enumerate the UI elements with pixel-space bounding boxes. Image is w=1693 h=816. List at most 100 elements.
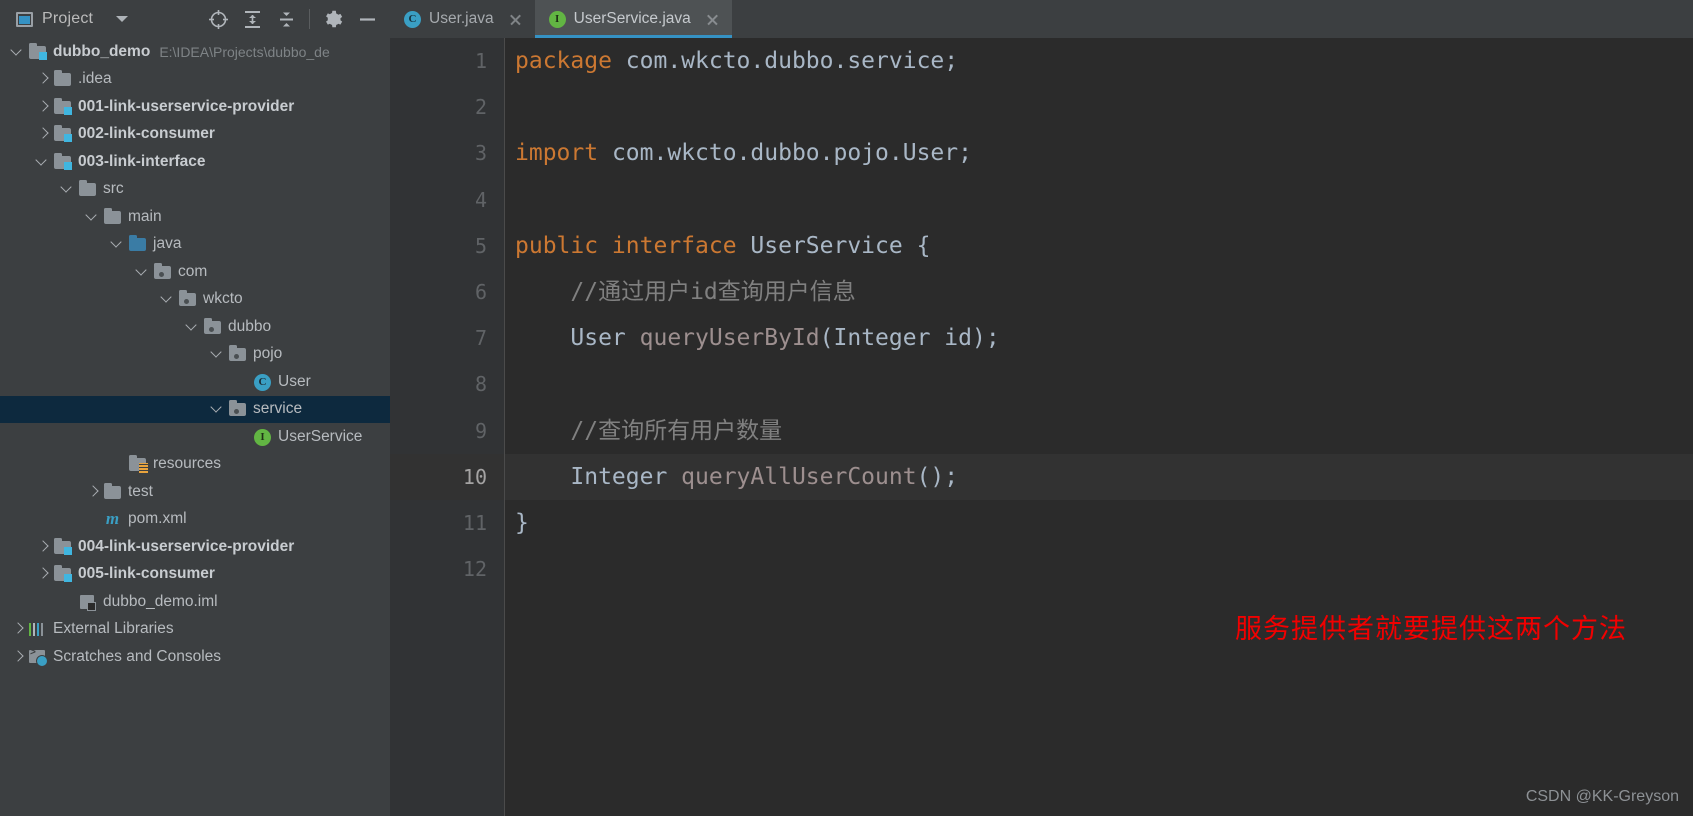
chevron-down-icon[interactable]	[110, 236, 126, 252]
line-number[interactable]: 1	[390, 38, 504, 84]
tree-row-scratches-and-consoles[interactable]: Scratches and Consoles	[0, 643, 390, 671]
chevron-right-icon[interactable]	[10, 649, 26, 665]
editor-tab-user-java[interactable]: C User.java	[390, 0, 535, 38]
close-icon[interactable]	[705, 12, 720, 27]
chevron-right-icon[interactable]	[10, 621, 26, 637]
expand-all-icon[interactable]	[235, 2, 269, 36]
tree-row-external-libraries[interactable]: External Libraries	[0, 616, 390, 644]
line-number[interactable]: 6	[390, 269, 504, 315]
folder-icon	[53, 70, 72, 88]
collapse-all-icon[interactable]	[269, 2, 303, 36]
line-number[interactable]: 7	[390, 315, 504, 361]
code-line[interactable]: package com.wkcto.dubbo.service;	[505, 38, 1693, 84]
tree-row-label: java	[153, 235, 182, 253]
line-number[interactable]: 12	[390, 546, 504, 592]
line-number[interactable]: 3	[390, 130, 504, 176]
resource-folder-icon	[128, 455, 148, 474]
tree-row-user[interactable]: C User	[0, 368, 390, 396]
code-line[interactable]: import com.wkcto.dubbo.pojo.User;	[505, 130, 1693, 176]
tree-row--idea[interactable]: .idea	[0, 66, 390, 94]
chevron-down-icon[interactable]	[185, 319, 201, 335]
line-number[interactable]: 5	[390, 223, 504, 269]
code-token: ();	[916, 463, 959, 490]
locate-icon[interactable]	[201, 2, 235, 36]
tree-row-dubbo-demo-iml[interactable]: dubbo_demo.iml	[0, 588, 390, 616]
tree-row-003-link-interface[interactable]: 003-link-interface	[0, 148, 390, 176]
chevron-down-icon[interactable]	[10, 44, 26, 60]
tree-row-java[interactable]: java	[0, 231, 390, 259]
chevron-down-icon[interactable]	[160, 291, 176, 307]
project-path-label: E:\IDEA\Projects\dubbo_de	[159, 43, 330, 60]
chevron-down-icon[interactable]	[116, 16, 129, 22]
chevron-right-icon[interactable]	[35, 126, 51, 142]
tree-row-002-link-consumer[interactable]: 002-link-consumer	[0, 121, 390, 149]
chevron-down-icon[interactable]	[35, 154, 51, 170]
settings-gear-icon[interactable]	[316, 2, 350, 36]
tree-row-label: .idea	[78, 70, 112, 88]
tree-row-src[interactable]: src	[0, 176, 390, 204]
editor-tab-userservice-java[interactable]: I UserService.java	[534, 0, 732, 38]
chevron-right-icon[interactable]	[35, 71, 51, 87]
code-line[interactable]: public interface UserService {	[505, 223, 1693, 269]
project-tree[interactable]: dubbo_demo E:\IDEA\Projects\dubbo_de .idea…	[0, 38, 390, 816]
line-number[interactable]: 9	[390, 408, 504, 454]
tree-arrow-placeholder	[85, 511, 101, 527]
toolbar-divider	[309, 9, 310, 29]
line-number-gutter: 1 2 3 4 5 6 7 8 9 10 11 12	[390, 38, 504, 816]
line-number[interactable]: 11	[390, 500, 504, 546]
code-line[interactable]	[505, 546, 1693, 592]
code-line[interactable]	[505, 361, 1693, 407]
chevron-down-icon[interactable]	[60, 181, 76, 197]
hide-panel-icon[interactable]	[350, 2, 384, 36]
close-icon[interactable]	[508, 12, 523, 27]
tree-row-dubbo[interactable]: dubbo	[0, 313, 390, 341]
tree-row-label: dubbo_demo	[53, 42, 151, 60]
chevron-down-icon[interactable]	[85, 209, 101, 225]
code-line[interactable]: //查询所有用户数量	[505, 408, 1693, 454]
tree-row-com[interactable]: com	[0, 258, 390, 286]
maven-icon: m	[105, 509, 120, 529]
code-token: com.wkcto.dubbo.service;	[611, 48, 959, 74]
tree-row-pojo[interactable]: pojo	[0, 341, 390, 369]
tree-row-dubbo-demo[interactable]: dubbo_demo E:\IDEA\Projects\dubbo_de	[0, 38, 390, 66]
code-token: com.wkcto.dubbo.pojo.User;	[598, 140, 972, 167]
chevron-right-icon[interactable]	[35, 99, 51, 115]
code-line[interactable]: Integer queryAllUserCount();	[505, 453, 1693, 500]
code-line[interactable]	[505, 177, 1693, 223]
chevron-down-icon[interactable]	[135, 264, 151, 280]
tree-row-resources[interactable]: resources	[0, 451, 390, 479]
chevron-down-icon[interactable]	[210, 346, 226, 362]
tree-row-label: User	[278, 372, 311, 390]
idea-window: Project dubbo_demo E:\IDEA\Projects\dubb…	[0, 0, 1693, 816]
tree-row-004-link-userservice-provider[interactable]: 004-link-userservice-provider	[0, 533, 390, 561]
code-line[interactable]: User queryUserById(Integer id);	[505, 315, 1693, 361]
chevron-down-icon[interactable]	[210, 401, 226, 417]
code-token: queryAllUserCount	[681, 463, 917, 490]
line-number[interactable]: 4	[390, 177, 504, 223]
tree-row-001-link-userservice-provider[interactable]: 001-link-userservice-provider	[0, 93, 390, 121]
project-toolbar-actions	[201, 2, 384, 36]
tree-row-wkcto[interactable]: wkcto	[0, 286, 390, 314]
scratches-icon	[28, 647, 48, 667]
code-token: (	[819, 325, 834, 352]
chevron-right-icon[interactable]	[35, 539, 51, 555]
line-number[interactable]: 8	[390, 361, 504, 407]
line-number[interactable]: 10	[390, 453, 504, 500]
chevron-right-icon[interactable]	[35, 566, 51, 582]
tree-row-005-link-consumer[interactable]: 005-link-consumer	[0, 561, 390, 589]
chevron-right-icon[interactable]	[85, 484, 101, 500]
line-number[interactable]: 2	[390, 84, 504, 130]
code-line[interactable]: //通过用户id查询用户信息	[505, 269, 1693, 315]
project-window-icon	[16, 11, 33, 27]
code-token: );	[971, 325, 1000, 352]
watermark: CSDN @KK-Greyson	[1525, 788, 1679, 805]
tree-row-main[interactable]: main	[0, 203, 390, 231]
code-editor[interactable]: package com.wkcto.dubbo.service; import …	[504, 38, 1693, 816]
code-line[interactable]	[505, 84, 1693, 130]
code-line[interactable]: }	[505, 500, 1693, 546]
tree-row-service[interactable]: service	[0, 395, 390, 423]
project-panel-title[interactable]: Project	[16, 10, 129, 28]
tree-row-pom-xml[interactable]: m pom.xml	[0, 506, 390, 534]
tree-row-test[interactable]: test	[0, 478, 390, 506]
tree-row-userservice[interactable]: I UserService	[0, 423, 390, 451]
